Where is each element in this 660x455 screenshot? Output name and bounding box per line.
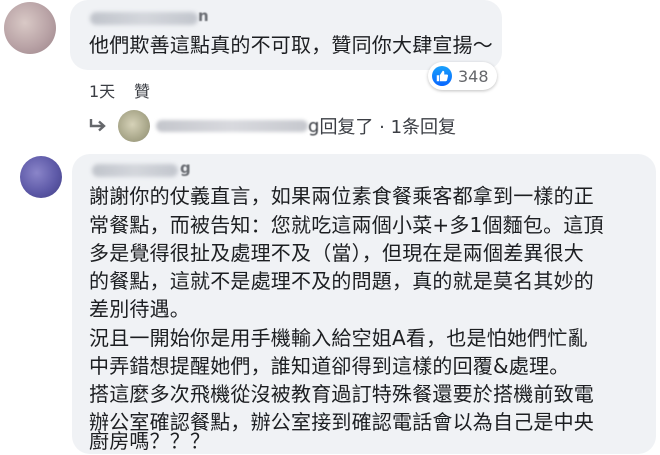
avatar[interactable] bbox=[20, 156, 62, 198]
reply-summary-label: 回复了 · 1条回复 bbox=[319, 117, 457, 138]
reply-arrow-icon bbox=[88, 118, 108, 134]
comment-line: 廚房嗎？？？ bbox=[89, 429, 211, 453]
comment-line: 中弄錯想提醒她們，誰知道卻得到這樣的回覆&處理。 bbox=[89, 354, 570, 378]
author-name-tail: n bbox=[198, 7, 209, 25]
comment-time[interactable]: 1天 bbox=[89, 78, 115, 102]
view-replies-link[interactable]: g 回复了 · 1条回复 bbox=[88, 110, 456, 142]
avatar bbox=[118, 110, 150, 142]
reply-author-name bbox=[156, 120, 308, 132]
comment-line: 謝謝你的仗義直言，如果兩位素食餐乘客都拿到一樣的正 bbox=[89, 184, 594, 208]
comment-line: 常餐點，而被告知：您就吃這兩個小菜+多1個麵包。這頂 bbox=[89, 213, 604, 237]
reply-author-tail: g bbox=[308, 115, 320, 137]
reaction-summary[interactable]: 348 bbox=[428, 62, 497, 90]
reaction-count: 348 bbox=[458, 66, 489, 86]
comment-line: 況且一開始你是用手機輸入給空姐A看，也是怕她們忙亂 bbox=[89, 326, 588, 350]
comment-line: 多是覺得很扯及處理不及（當），但現在是兩個差異很大 bbox=[89, 241, 584, 265]
comment-text: 他們欺善這點真的不可取，贊同你大肆宣揚～ bbox=[89, 33, 493, 57]
like-button[interactable]: 贊 bbox=[134, 78, 150, 102]
avatar[interactable] bbox=[4, 2, 56, 54]
comment-line: 搭這麼多次飛機從沒被教育過訂特殊餐還要於搭機前致電 bbox=[89, 382, 594, 406]
thumbs-up-icon bbox=[432, 66, 452, 86]
comment-line: 差別待遇。 bbox=[89, 297, 190, 321]
author-name-tail: g bbox=[180, 159, 191, 177]
author-name[interactable] bbox=[90, 12, 198, 25]
comment-line: 的餐點，這就不是處理不及的問題，真的就是莫名其妙的 bbox=[89, 269, 594, 293]
author-name[interactable] bbox=[92, 164, 178, 177]
